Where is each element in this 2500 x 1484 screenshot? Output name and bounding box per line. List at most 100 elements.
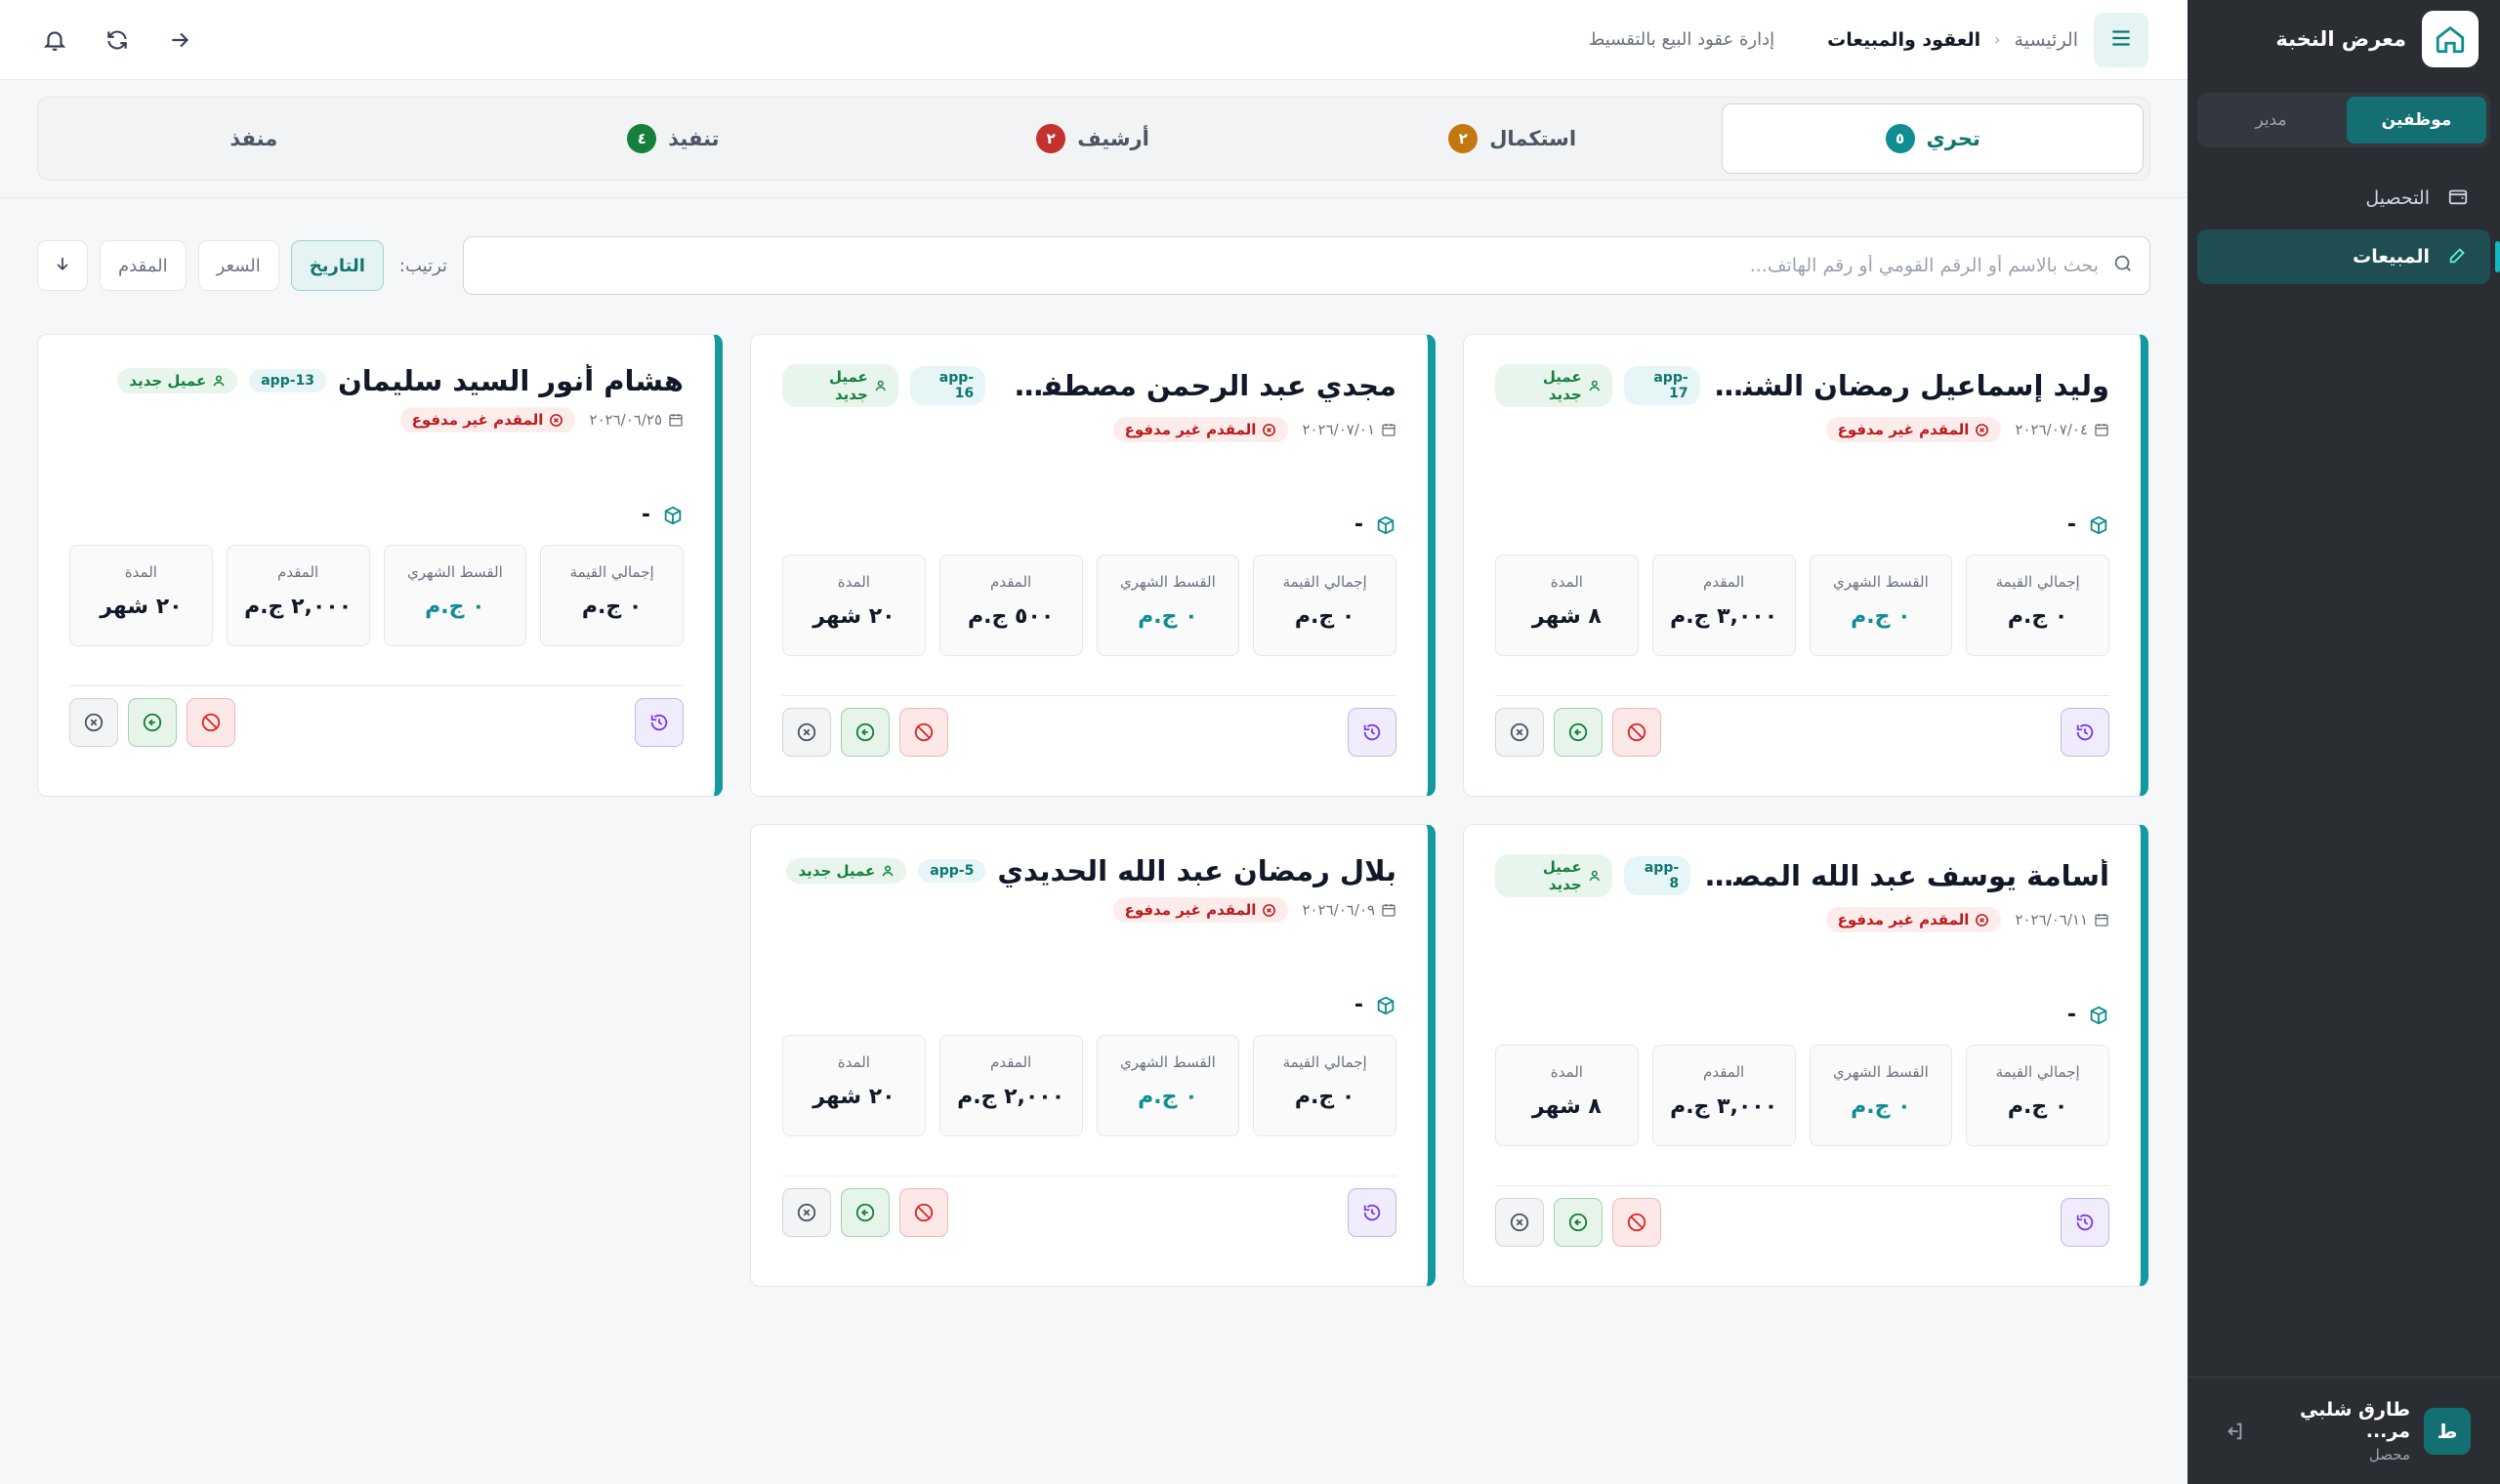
status-text: المقدم غير مدفوع (1124, 901, 1257, 919)
sort-down-payment-button[interactable]: المقدم (100, 240, 187, 291)
tab-archive[interactable]: أرشيف ٢ (883, 103, 1303, 174)
contract-card[interactable]: مجدي عبد الرحمن مصطفى... app-16 عميل جدي… (750, 334, 1436, 797)
move-forward-button[interactable] (128, 698, 177, 747)
reject-button[interactable] (1612, 1198, 1661, 1247)
reject-button[interactable] (187, 698, 235, 747)
ban-icon (914, 1203, 934, 1222)
menu-button[interactable] (2094, 12, 2148, 67)
x-circle-icon (797, 1203, 816, 1222)
search-input[interactable] (479, 255, 2099, 276)
sort-price-button[interactable]: السعر (197, 240, 279, 291)
bell-icon[interactable] (37, 22, 72, 58)
move-forward-button[interactable] (1554, 708, 1603, 757)
tab-executed[interactable]: منفذ (44, 103, 464, 174)
tab-label: أرشيف (1077, 127, 1149, 150)
stat-value: ٨ شهر (1531, 1094, 1602, 1119)
reject-button[interactable] (899, 1188, 948, 1237)
move-forward-button[interactable] (1554, 1198, 1603, 1247)
stat-label: المقدم (277, 563, 319, 581)
role-manager-button[interactable]: مدير (2201, 97, 2341, 144)
card-actions (1495, 1198, 2109, 1247)
cancel-button[interactable] (1495, 1198, 1544, 1247)
status-badge: المقدم غير مدفوع (1825, 907, 2002, 932)
refresh-icon[interactable] (100, 22, 135, 58)
ban-icon (1627, 722, 1646, 742)
sidebar: معرض النخبة موظفين مدير التحصيل المبيعات… (2188, 0, 2500, 1484)
stat-down-payment: المقدم ٣,٠٠٠ ج.م (1651, 555, 1796, 656)
sidebar-item-sales[interactable]: المبيعات (2197, 229, 2500, 284)
contract-card[interactable]: أسامة يوسف عبد الله المصـ... app-8 عميل … (1463, 824, 2148, 1287)
history-button[interactable] (2061, 708, 2109, 757)
history-icon (2076, 723, 2094, 741)
customer-type-badge: عميل جديد (1495, 854, 1613, 897)
card-actions (782, 708, 1396, 757)
box-icon (1377, 515, 1395, 534)
tab-investigation[interactable]: تحري ٥ (1722, 103, 2144, 174)
ban-icon (1627, 1213, 1646, 1232)
stat-label: إجمالي القيمة (1995, 1063, 2080, 1081)
cancel-button[interactable] (69, 698, 118, 747)
sort-direction-button[interactable] (37, 240, 88, 291)
product-name: - (1354, 993, 1363, 1017)
breadcrumb-home[interactable]: الرئيسية (2015, 29, 2078, 51)
user-icon (1589, 870, 1600, 882)
calendar-icon (1382, 904, 1396, 917)
stat-value: ٥٠٠ ج.م (967, 604, 1055, 629)
contract-date: ٢٠٢٦/٠٦/٢٥ (589, 411, 684, 429)
role-switch: موظفين مدير (2197, 93, 2490, 147)
tab-execution[interactable]: تنفيذ ٤ (464, 103, 884, 174)
cancel-button[interactable] (782, 708, 831, 757)
product-row: - (1495, 513, 2109, 537)
role-staff-button[interactable]: موظفين (2347, 97, 2486, 144)
user-icon (1589, 380, 1600, 392)
search-box (463, 236, 2150, 295)
reject-button[interactable] (899, 708, 948, 757)
chevron-left-icon: ‹ (1994, 30, 2001, 49)
history-button[interactable] (2061, 1198, 2109, 1247)
arrow-right-icon[interactable] (162, 22, 197, 58)
move-forward-button[interactable] (841, 1188, 890, 1237)
contract-card[interactable]: وليد إسماعيل رمضان الشنـ... app-17 عميل … (1463, 334, 2148, 797)
cancel-button[interactable] (782, 1188, 831, 1237)
customer-name: أسامة يوسف عبد الله المصـ... (1702, 859, 2109, 892)
stat-value: ٠ ج.م (1294, 604, 1355, 629)
sort-date-button[interactable]: التاريخ (290, 240, 384, 291)
logout-icon[interactable] (2217, 1414, 2252, 1449)
arrow-circle-icon (1568, 722, 1588, 742)
brand: معرض النخبة (2188, 0, 2500, 78)
sidebar-item-collection[interactable]: التحصيل (2197, 171, 2490, 226)
reject-button[interactable] (1612, 708, 1661, 757)
stat-value: ٢٠ شهر (812, 604, 896, 629)
stat-duration: المدة ٨ شهر (1495, 555, 1639, 656)
contract-stats: إجمالي القيمة ٠ ج.م القسط الشهري ٠ ج.م ا… (69, 545, 684, 646)
stat-value: ٠ ج.م (2007, 1094, 2068, 1119)
stat-label: القسط الشهري (1832, 1063, 1929, 1081)
status-badge: المقدم غير مدفوع (1112, 417, 1289, 442)
stat-label: القسط الشهري (1832, 573, 1929, 591)
customer-type-badge: عميل جديد (786, 858, 907, 884)
contract-card[interactable]: بلال رمضان عبد الله الحديدي app-5 عميل ج… (750, 824, 1436, 1287)
arrow-down-icon (53, 254, 72, 277)
history-button[interactable] (1348, 1188, 1396, 1237)
card-actions (69, 698, 684, 747)
history-button[interactable] (635, 698, 684, 747)
stat-value: ٢,٠٠٠ ج.م (957, 1085, 1065, 1109)
customer-type-label: عميل جديد (798, 862, 876, 880)
user-icon (875, 380, 886, 392)
x-circle-icon (550, 413, 563, 427)
calendar-icon (1382, 424, 1396, 436)
tab-completion[interactable]: استكمال ٢ (1303, 103, 1723, 174)
app-id-badge: app-8 (1624, 856, 1691, 895)
move-forward-button[interactable] (841, 708, 890, 757)
avatar: ط (2424, 1407, 2471, 1455)
x-circle-icon (1976, 913, 1989, 927)
contract-stats: إجمالي القيمة ٠ ج.م القسط الشهري ٠ ج.م ا… (1495, 555, 2109, 656)
contract-card[interactable]: هشام أنور السيد سليمان app-13 عميل جديد … (37, 334, 723, 797)
stat-monthly: القسط الشهري ٠ ج.م (1809, 555, 1953, 656)
contract-date: ٢٠٢٦/٠٧/٠٤ (2015, 421, 2109, 438)
history-button[interactable] (1348, 708, 1396, 757)
page-subtitle: إدارة عقود البيع بالتقسيط (1588, 29, 1775, 50)
stat-label: إجمالي القيمة (1282, 573, 1367, 591)
ban-icon (201, 713, 221, 732)
cancel-button[interactable] (1495, 708, 1544, 757)
